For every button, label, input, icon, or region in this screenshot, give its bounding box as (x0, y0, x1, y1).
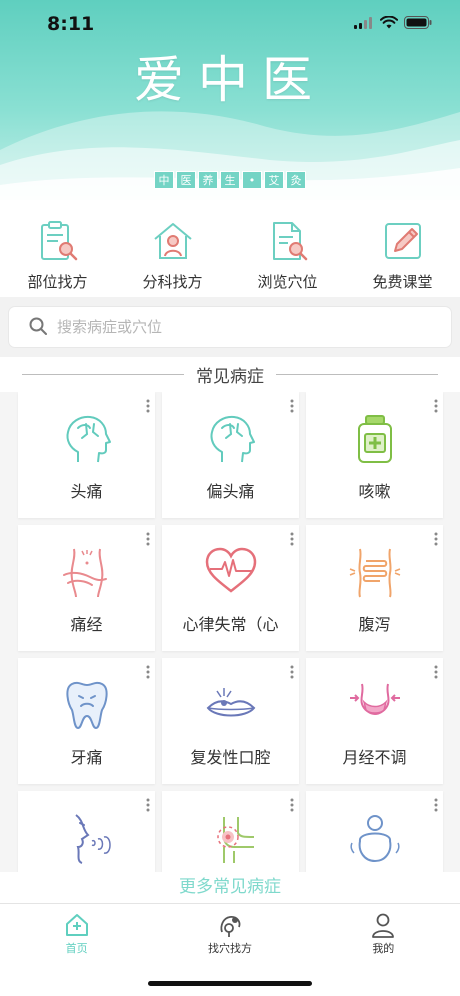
tooth-icon (66, 681, 108, 730)
conditions-grid: 头痛 偏头痛 咳嗽 痛经 心律失常（心 腹泻 牙痛 复发性口腔 月经不调 (0, 392, 460, 872)
quick-nav-label: 部位找方 (27, 273, 88, 291)
condition-card[interactable]: 复发性口腔 (162, 658, 299, 784)
mouth-icon (206, 688, 256, 717)
wifi-icon (380, 16, 398, 29)
condition-card[interactable]: 咳嗽 (306, 392, 443, 518)
more-options-icon[interactable] (143, 664, 153, 680)
condition-card[interactable]: 牙痛 (18, 658, 155, 784)
more-options-icon[interactable] (287, 398, 297, 414)
search-icon (29, 317, 47, 335)
condition-card[interactable]: 心律失常（心 (162, 525, 299, 651)
tab-home[interactable]: 首页 (0, 904, 153, 966)
condition-card[interactable]: 痛经 (18, 525, 155, 651)
head-pain-icon (66, 415, 111, 463)
subtitle-char: 养 (198, 171, 218, 189)
more-options-icon[interactable] (287, 664, 297, 680)
face-cough-icon (75, 814, 111, 864)
subtitle-seal: 中 医 养 生 • 艾 灸 (0, 171, 460, 189)
obesity-icon (350, 815, 400, 863)
condition-label: 咳嗽 (358, 482, 391, 501)
tab-acupoint-finder[interactable]: 找穴找方 (153, 904, 306, 966)
quick-nav-department[interactable]: 分科找方 (115, 205, 230, 297)
condition-card[interactable]: 偏头痛 (162, 392, 299, 518)
abdomen-pain-icon (63, 548, 107, 598)
condition-card[interactable] (18, 791, 155, 872)
acupoint-icon (220, 916, 241, 937)
tab-label: 我的 (372, 942, 395, 955)
tab-bar: 首页 找穴找方 我的 (0, 903, 460, 966)
more-options-icon[interactable] (431, 797, 441, 813)
condition-label: 牙痛 (70, 748, 103, 767)
divider (22, 373, 184, 375)
divider (276, 373, 438, 375)
more-options-icon[interactable] (431, 664, 441, 680)
heart-rate-icon (205, 547, 257, 593)
search-input[interactable] (57, 307, 437, 347)
condition-label: 腹泻 (358, 615, 391, 634)
home-indicator (148, 981, 312, 986)
quick-nav-acupoints[interactable]: 浏览穴位 (230, 205, 345, 297)
intestine-icon (349, 548, 401, 598)
section-title: 常见病症 (196, 366, 264, 387)
condition-card[interactable]: 月经不调 (306, 658, 443, 784)
quick-nav-label: 浏览穴位 (257, 273, 318, 291)
home-icon (65, 914, 88, 936)
condition-label: 头痛 (70, 482, 103, 501)
status-time: 8:11 (47, 13, 95, 35)
quick-nav-label: 分科找方 (142, 273, 203, 291)
battery-icon (404, 16, 432, 29)
condition-label: 痛经 (70, 615, 103, 634)
quick-nav-body-part[interactable]: 部位找方 (0, 205, 115, 297)
pencil-edit-icon (384, 223, 421, 259)
condition-card[interactable]: 头痛 (18, 392, 155, 518)
signal-icon (354, 16, 372, 29)
condition-card[interactable]: 腹泻 (306, 525, 443, 651)
quick-nav: 部位找方 分科找方 浏览穴位 免费课堂 (0, 205, 460, 297)
clipboard-search-icon (40, 221, 77, 261)
more-options-icon[interactable] (287, 797, 297, 813)
condition-label: 偏头痛 (206, 482, 255, 501)
more-options-icon[interactable] (287, 531, 297, 547)
condition-card[interactable] (306, 791, 443, 872)
header-banner: 8:11 爱中医 中 医 养 生 • 艾 灸 (0, 0, 460, 200)
head-pain-icon (210, 415, 255, 463)
tab-profile[interactable]: 我的 (307, 904, 460, 966)
more-options-icon[interactable] (143, 797, 153, 813)
more-options-icon[interactable] (143, 531, 153, 547)
knee-pain-icon (217, 817, 255, 863)
medicine-bottle-icon (358, 415, 392, 463)
condition-label: 心律失常（心 (182, 615, 279, 634)
house-doctor-icon (153, 223, 192, 259)
subtitle-char: • (242, 171, 262, 189)
search-bar[interactable] (9, 307, 451, 347)
tab-label: 首页 (65, 942, 88, 955)
status-icons (354, 16, 432, 29)
more-options-icon[interactable] (431, 398, 441, 414)
more-options-icon[interactable] (143, 398, 153, 414)
person-icon (372, 913, 395, 938)
subtitle-char: 艾 (264, 171, 284, 189)
condition-label: 复发性口腔 (190, 748, 271, 767)
waist-icon (350, 683, 400, 716)
more-options-icon[interactable] (431, 531, 441, 547)
condition-card[interactable] (162, 791, 299, 872)
condition-label: 月经不调 (342, 748, 407, 767)
quick-nav-classroom[interactable]: 免费课堂 (345, 205, 460, 297)
subtitle-char: 中 (154, 171, 174, 189)
app-title: 爱中医 (134, 51, 326, 109)
document-search-icon (272, 222, 307, 261)
tab-label: 找穴找方 (207, 942, 252, 955)
section-header: 常见病症 (22, 360, 438, 388)
subtitle-char: 生 (220, 171, 240, 189)
subtitle-char: 灸 (286, 171, 306, 189)
quick-nav-label: 免费课堂 (372, 273, 433, 291)
more-conditions-link[interactable]: 更多常见病症 (0, 872, 460, 902)
subtitle-char: 医 (176, 171, 196, 189)
